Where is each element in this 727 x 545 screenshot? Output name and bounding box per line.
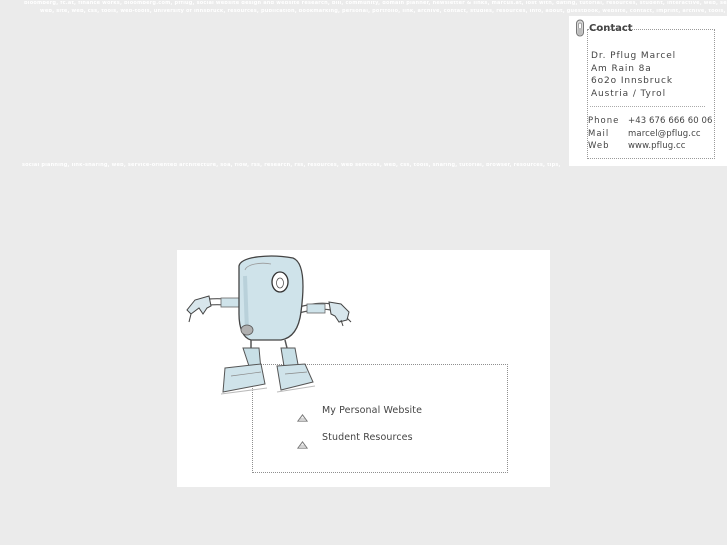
contact-city: 6o2o Innsbruck — [591, 76, 673, 86]
contact-phone-row: Phone +43 676 666 60 06 — [588, 115, 713, 128]
phone-value: +43 676 666 60 06 — [628, 116, 713, 126]
triangle-icon — [296, 434, 309, 449]
page: bloomberg, fc.at, finance works, bloombe… — [0, 0, 727, 545]
contact-web-row: Web www.pflug.cc — [588, 140, 713, 153]
contact-details: Phone +43 676 666 60 06 Mail marcel@pflu… — [588, 115, 713, 153]
contact-name: Dr. Pflug Marcel — [591, 51, 677, 61]
contact-title: Contact — [589, 22, 633, 34]
mail-link[interactable]: marcel@pflug.cc — [628, 128, 701, 141]
contact-country: Austria / Tyrol — [591, 88, 666, 99]
keyword-ticker-top: bloomberg, fc.at, finance works, bloombe… — [24, 1, 727, 6]
link-student-resources[interactable]: Student Resources — [296, 432, 413, 449]
contact-panel: Contact Dr. Pflug Marcel Am Rain 8a 6o2o… — [569, 16, 727, 166]
link-personal-website[interactable]: My Personal Website — [296, 405, 422, 422]
contact-mail-row: Mail marcel@pflug.cc — [588, 128, 713, 141]
contact-address: Dr. Pflug Marcel Am Rain 8a 6o2o Innsbru… — [591, 50, 676, 100]
keyword-ticker-second: web, site, web, css, tools, web-tools, u… — [40, 9, 726, 14]
main-panel: My Personal Website Student Resources — [177, 250, 550, 487]
web-link[interactable]: www.pflug.cc — [628, 140, 686, 153]
link-student-resources-label[interactable]: Student Resources — [322, 432, 413, 443]
contact-street: Am Rain 8a — [591, 63, 652, 74]
mail-label: Mail — [588, 128, 610, 139]
triangle-icon — [296, 407, 309, 422]
paperclip-icon — [575, 18, 585, 42]
contact-header: Contact — [575, 18, 633, 42]
robot-illustration — [186, 255, 352, 395]
phone-label: Phone — [588, 116, 620, 126]
link-personal-website-label[interactable]: My Personal Website — [322, 405, 422, 416]
contact-divider — [590, 106, 705, 107]
keyword-ticker-middle: social planning, link-sharing, web, serv… — [22, 163, 560, 168]
web-label: Web — [588, 141, 610, 151]
